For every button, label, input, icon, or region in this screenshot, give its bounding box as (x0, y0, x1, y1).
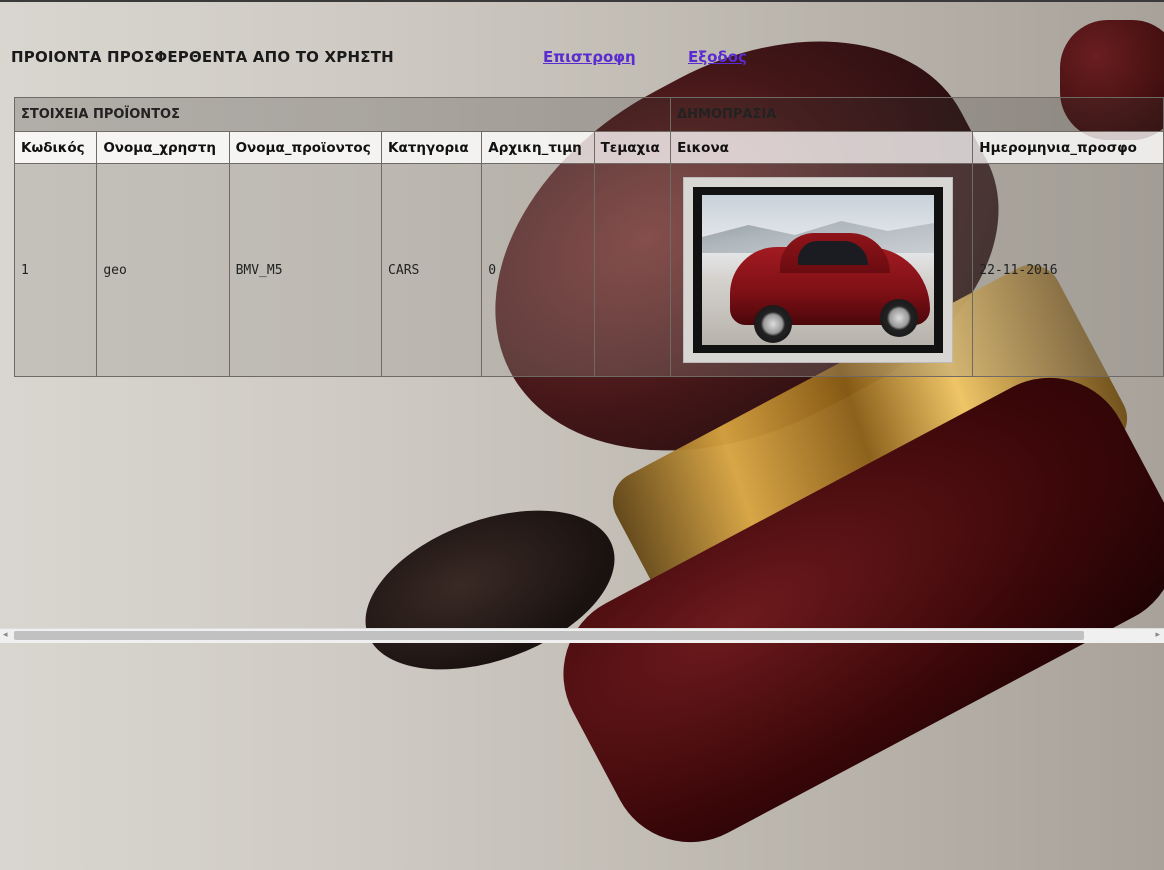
col-header-category: Κατηγορια (381, 131, 483, 164)
cell-code: 1 (13, 163, 98, 377)
offered-products-table: ΣΤΟΙΧΕΙΑ ΠΡΟΪΟΝΤΟΣ ΔΗΜΟΠΡΑΣΙΑ Κωδικός Ον… (13, 97, 1164, 377)
col-header-product-name: Ονομα_προϊοντος (228, 131, 383, 164)
table-header-row: Κωδικός Ονομα_χρηστη Ονομα_προϊοντος Κατ… (13, 131, 1164, 164)
car-wheel-icon (880, 299, 919, 337)
cell-pieces (593, 163, 672, 377)
scrollbar-thumb[interactable] (14, 631, 1084, 640)
window-top-border (0, 0, 1164, 2)
col-header-image: Εικονα (670, 131, 974, 164)
group-product-details: ΣΤΟΙΧΕΙΑ ΠΡΟΪΟΝΤΟΣ (13, 97, 672, 132)
scroll-right-icon[interactable]: ▸ (1155, 630, 1160, 640)
group-auction: ΔΗΜΟΠΡΑΣΙΑ (670, 97, 1164, 132)
red-sports-car-photo (702, 195, 935, 345)
cell-start-price: 0 (481, 163, 595, 377)
cell-image (670, 163, 974, 377)
product-image-frame (683, 177, 954, 363)
cell-offer-date: 22-11-2016 (972, 163, 1164, 377)
cell-product-name: BMV_M5 (228, 163, 383, 377)
horizontal-scrollbar[interactable]: ◂ ▸ (0, 628, 1164, 643)
scroll-left-icon[interactable]: ◂ (3, 630, 8, 640)
back-link[interactable]: Επιστροφη (543, 48, 636, 66)
cell-category: CARS (381, 163, 483, 377)
col-header-start-price: Αρχικη_τιμη (481, 131, 595, 164)
col-header-code: Κωδικός (13, 131, 98, 164)
col-header-username: Ονομα_χρηστη (96, 131, 230, 164)
col-header-pieces: Τεμαχια (593, 131, 672, 164)
table-group-header-row: ΣΤΟΙΧΕΙΑ ΠΡΟΪΟΝΤΟΣ ΔΗΜΟΠΡΑΣΙΑ (13, 97, 1164, 132)
car-window-shape (798, 241, 869, 265)
col-header-offer-date: Ημερομηνια_προσφο (972, 131, 1164, 164)
car-wheel-icon (754, 305, 793, 343)
page-title: ΠΡΟΙΟΝΤΑ ΠΡΟΣΦΕΡΘΕΝΤΑ ΑΠΟ ΤΟ ΧΡΗΣΤΗ (11, 48, 394, 66)
gavel-handle-shape (343, 479, 637, 701)
product-image-border (693, 187, 944, 353)
gavel-body-shape (535, 349, 1164, 870)
logout-link[interactable]: Εξοδος (688, 48, 747, 66)
cell-username: geo (96, 163, 230, 377)
table-row: 1 geo BMV_M5 CARS 0 22-11-2016 (13, 163, 1164, 377)
